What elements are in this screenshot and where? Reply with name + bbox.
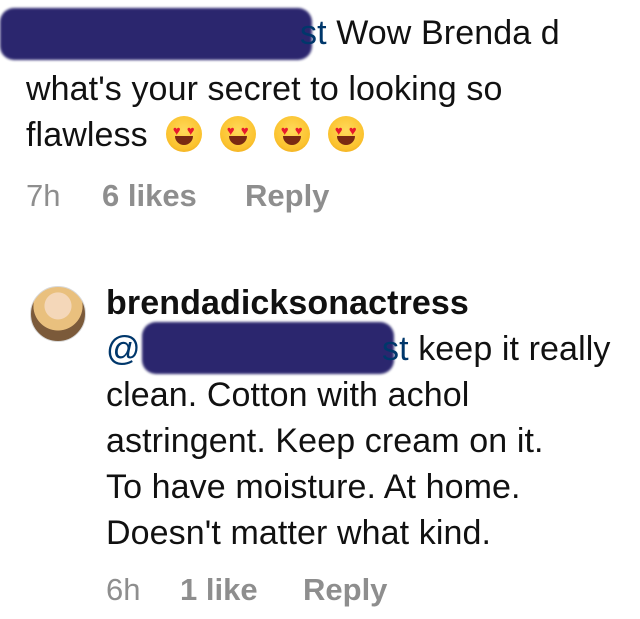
- redacted-mention: [142, 322, 394, 374]
- redacted-username: [0, 8, 312, 60]
- comment-text-line: st keep it really: [382, 330, 611, 368]
- likes-count[interactable]: 1 like: [180, 572, 258, 608]
- mention-tail[interactable]: st: [382, 330, 409, 368]
- mention-tail[interactable]: st: [300, 14, 327, 52]
- comment-text-line: To have moisture. At home.: [106, 468, 521, 506]
- avatar[interactable]: [30, 286, 86, 342]
- comment-text-line: flawless ♥ ♥ ♥ ♥ ♥ ♥ ♥ ♥: [26, 112, 364, 158]
- comment-username[interactable]: brendadicksonactress: [106, 280, 469, 326]
- reply-button[interactable]: Reply: [303, 572, 387, 608]
- comment-text-line: astringent. Keep cream on it.: [106, 422, 544, 460]
- reply-button[interactable]: Reply: [245, 178, 329, 214]
- comment-timestamp: 6h: [106, 572, 141, 607]
- heart-eyes-emoji: ♥ ♥: [165, 116, 202, 152]
- likes-count[interactable]: 6 likes: [102, 178, 197, 214]
- mention-prefix[interactable]: @: [106, 326, 141, 372]
- heart-eyes-emoji: ♥ ♥: [273, 116, 310, 152]
- comment-text-line: what's your secret to looking so: [26, 70, 503, 108]
- comment-text-line: st Wow Brenda d: [300, 14, 560, 52]
- heart-eyes-emoji: ♥ ♥: [327, 116, 364, 152]
- heart-eyes-emoji: ♥ ♥: [219, 116, 256, 152]
- comment-timestamp: 7h: [26, 178, 61, 213]
- comment-text-line: clean. Cotton with achol: [106, 376, 470, 414]
- comment-text-line: Doesn't matter what kind.: [106, 514, 492, 552]
